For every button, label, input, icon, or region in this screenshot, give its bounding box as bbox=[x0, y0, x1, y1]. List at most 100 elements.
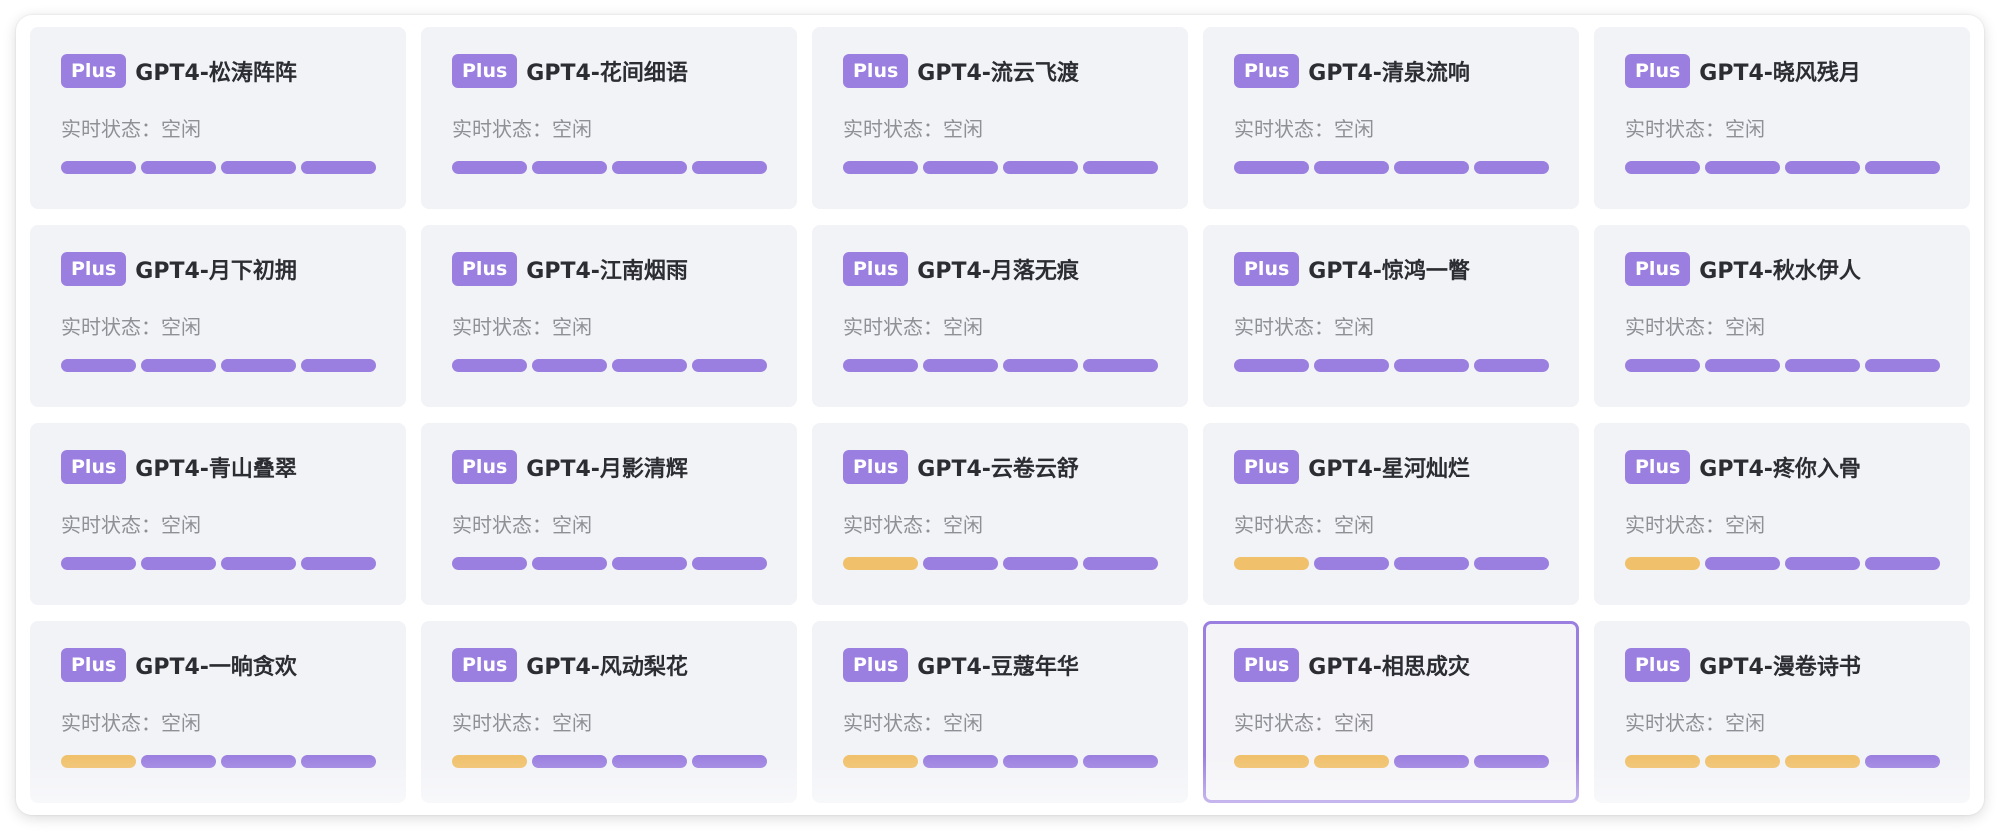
model-card[interactable]: Plus GPT4-一晌贪欢 实时状态：空闲 bbox=[30, 621, 406, 803]
model-card[interactable]: Plus GPT4-秋水伊人 实时状态：空闲 bbox=[1594, 225, 1970, 407]
model-card[interactable]: Plus GPT4-青山叠翠 实时状态：空闲 bbox=[30, 423, 406, 605]
plus-badge: Plus bbox=[1234, 252, 1300, 286]
load-segment bbox=[221, 161, 296, 174]
load-segment bbox=[1394, 359, 1469, 372]
load-indicator bbox=[1234, 755, 1549, 768]
model-card[interactable]: Plus GPT4-豆蔻年华 实时状态：空闲 bbox=[812, 621, 1188, 803]
load-segment bbox=[532, 161, 607, 174]
model-card[interactable]: Plus GPT4-星河灿烂实时状态：空闲 bbox=[1203, 423, 1579, 605]
status-value: 空闲 bbox=[1334, 117, 1374, 141]
card-title: Plus GPT4-月影清辉 bbox=[452, 449, 688, 485]
load-segment bbox=[1314, 557, 1389, 570]
load-segment bbox=[843, 557, 918, 570]
load-segment bbox=[692, 557, 767, 570]
load-segment bbox=[221, 557, 296, 570]
load-segment bbox=[1234, 359, 1309, 372]
model-card[interactable]: Plus GPT4-月影清辉 实时状态：空闲 bbox=[421, 423, 797, 605]
model-card[interactable]: Plus GPT4-江南烟雨 实时状态：空闲 bbox=[421, 225, 797, 407]
plus-badge: Plus bbox=[1234, 450, 1300, 484]
status-value: 空闲 bbox=[1725, 117, 1765, 141]
card-title: Plus GPT4-豆蔻年华 bbox=[843, 647, 1079, 683]
load-segment bbox=[1234, 161, 1309, 174]
model-name: GPT4-秋水伊人 bbox=[1699, 259, 1861, 284]
load-segment bbox=[1234, 557, 1309, 570]
status-value: 空闲 bbox=[552, 315, 592, 339]
load-indicator bbox=[1625, 161, 1940, 174]
model-name: GPT4-风动梨花 bbox=[526, 655, 688, 680]
status-line: 实时状态：空闲 bbox=[452, 113, 592, 142]
model-name: GPT4-月影清辉 bbox=[526, 457, 688, 482]
load-segment bbox=[923, 755, 998, 768]
load-segment bbox=[532, 359, 607, 372]
model-card[interactable]: Plus GPT4-流云飞渡 实时状态：空闲 bbox=[812, 27, 1188, 209]
load-segment bbox=[141, 359, 216, 372]
model-name: GPT4-一晌贪欢 bbox=[135, 655, 297, 680]
load-segment bbox=[612, 557, 687, 570]
model-card[interactable]: Plus GPT4-晓风残月 实时状态：空闲 bbox=[1594, 27, 1970, 209]
plus-badge: Plus bbox=[1625, 450, 1691, 484]
card-title: Plus GPT4-流云飞渡 bbox=[843, 53, 1079, 89]
status-label: 实时状态： bbox=[452, 315, 552, 339]
status-label: 实时状态： bbox=[61, 513, 161, 537]
model-card[interactable]: Plus GPT4-花间细语 实时状态：空闲 bbox=[421, 27, 797, 209]
model-card[interactable]: Plus GPT4-漫卷诗书 实时状态：空闲 bbox=[1594, 621, 1970, 803]
load-segment bbox=[1705, 359, 1780, 372]
status-line: 实时状态：空闲 bbox=[1234, 509, 1374, 538]
model-card[interactable]: Plus GPT4-风动梨花实时状态：空闲 bbox=[421, 621, 797, 803]
status-label: 实时状态： bbox=[1234, 513, 1334, 537]
card-title: Plus GPT4-一晌贪欢 bbox=[61, 647, 297, 683]
load-segment bbox=[923, 359, 998, 372]
status-label: 实时状态： bbox=[61, 315, 161, 339]
load-segment bbox=[301, 161, 376, 174]
load-segment bbox=[1083, 161, 1158, 174]
model-name: GPT4-花间细语 bbox=[526, 61, 688, 86]
model-card-grid: Plus GPT4-松涛阵阵 实时状态：空闲 Plus GPT4-花间细语 实时状态：空闲… bbox=[30, 27, 1970, 803]
plus-badge: Plus bbox=[452, 648, 518, 682]
model-name: GPT4-云卷云舒 bbox=[917, 457, 1079, 482]
model-card[interactable]: Plus GPT4-月下初拥 实时状态：空闲 bbox=[30, 225, 406, 407]
load-indicator bbox=[843, 359, 1158, 372]
model-card[interactable]: Plus GPT4-相思成灾 实时状态：空闲 bbox=[1203, 621, 1579, 803]
model-name: GPT4-松涛阵阵 bbox=[135, 61, 297, 86]
load-segment bbox=[1865, 161, 1940, 174]
model-card[interactable]: Plus GPT4-清泉流响 实时状态：空闲 bbox=[1203, 27, 1579, 209]
status-line: 实时状态：空闲 bbox=[1234, 113, 1374, 142]
load-indicator bbox=[452, 755, 767, 768]
load-indicator bbox=[843, 557, 1158, 570]
model-name: GPT4-豆蔻年华 bbox=[917, 655, 1079, 680]
status-label: 实时状态： bbox=[61, 711, 161, 735]
model-name: GPT4-漫卷诗书 bbox=[1699, 655, 1861, 680]
load-segment bbox=[1314, 359, 1389, 372]
load-segment bbox=[923, 557, 998, 570]
plus-badge: Plus bbox=[843, 648, 909, 682]
plus-badge: Plus bbox=[843, 54, 909, 88]
load-segment bbox=[1394, 557, 1469, 570]
model-card[interactable]: Plus GPT4-惊鸿一瞥 实时状态：空闲 bbox=[1203, 225, 1579, 407]
load-segment bbox=[141, 161, 216, 174]
load-segment bbox=[1625, 161, 1700, 174]
load-indicator bbox=[452, 557, 767, 570]
model-card[interactable]: Plus GPT4-松涛阵阵 实时状态：空闲 bbox=[30, 27, 406, 209]
status-label: 实时状态： bbox=[843, 117, 943, 141]
load-segment bbox=[1705, 161, 1780, 174]
load-segment bbox=[1474, 557, 1549, 570]
load-segment bbox=[532, 755, 607, 768]
status-label: 实时状态： bbox=[452, 711, 552, 735]
status-line: 实时状态：空闲 bbox=[61, 509, 201, 538]
status-line: 实时状态：空闲 bbox=[452, 707, 592, 736]
model-name: GPT4-月落无痕 bbox=[917, 259, 1079, 284]
card-title: Plus GPT4-漫卷诗书 bbox=[1625, 647, 1861, 683]
status-label: 实时状态： bbox=[1234, 711, 1334, 735]
load-indicator bbox=[61, 557, 376, 570]
load-segment bbox=[1785, 359, 1860, 372]
model-card[interactable]: Plus GPT4-云卷云舒 实时状态：空闲 bbox=[812, 423, 1188, 605]
status-value: 空闲 bbox=[1334, 315, 1374, 339]
status-value: 空闲 bbox=[161, 315, 201, 339]
model-card[interactable]: Plus GPT4-疼你入骨 实时状态：空闲 bbox=[1594, 423, 1970, 605]
load-segment bbox=[61, 359, 136, 372]
model-name: GPT4-清泉流响 bbox=[1308, 61, 1470, 86]
model-name: GPT4-星河灿烂 bbox=[1308, 457, 1470, 482]
load-segment bbox=[452, 557, 527, 570]
model-card[interactable]: Plus GPT4-月落无痕 实时状态：空闲 bbox=[812, 225, 1188, 407]
load-segment bbox=[1003, 755, 1078, 768]
